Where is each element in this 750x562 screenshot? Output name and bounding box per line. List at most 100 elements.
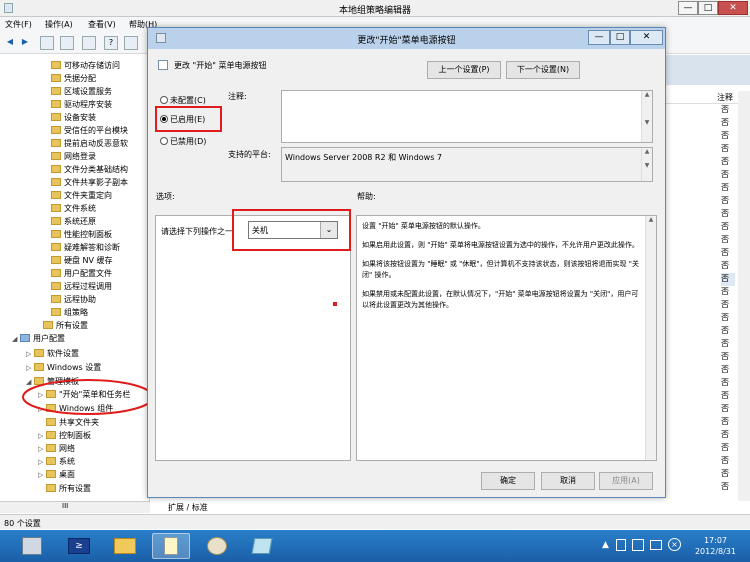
list-cell: 否 <box>721 469 729 478</box>
main-window-title: 本地组策略编辑器 <box>338 6 411 16</box>
clock[interactable]: 17:07 2012/8/31 <box>695 535 736 557</box>
list-cell: 否 <box>721 300 729 309</box>
network-icon[interactable] <box>632 539 644 551</box>
file-explorer-icon[interactable] <box>106 533 144 559</box>
list-cell: 否 <box>721 209 729 218</box>
radio-not-configured[interactable]: 未配置(C) <box>160 95 206 106</box>
clock-time: 17:07 <box>703 536 728 545</box>
list-cell: 否 <box>721 183 729 192</box>
setting-name: 更改 "开始" 菜单电源按钮 <box>174 61 267 70</box>
list-cell: 否 <box>721 430 729 439</box>
status-bar: 80 个设置 <box>0 514 750 529</box>
properties-icon[interactable] <box>124 36 138 50</box>
help-scrollbar[interactable]: ▲ <box>645 216 656 460</box>
next-setting-button[interactable]: 下一个设置(N) <box>506 61 580 79</box>
supported-platform-label: 支持的平台: <box>228 150 271 159</box>
export-list-icon[interactable] <box>82 36 96 50</box>
flag-icon[interactable] <box>616 539 626 551</box>
maximize-button[interactable]: □ <box>698 1 718 15</box>
gpedit-taskbar-icon[interactable] <box>152 533 190 559</box>
comment-scrollbar[interactable]: ▲ ▼ <box>641 91 652 142</box>
help-panel: 设置 "开始" 菜单电源按钮的默认操作。 如果启用此设置，则 "开始" 菜单将电… <box>356 215 657 461</box>
horizontal-scrollbar[interactable]: III <box>0 501 150 513</box>
close-button[interactable]: ✕ <box>718 1 748 15</box>
list-cell: 否 <box>721 144 729 153</box>
radio-circle <box>160 96 168 104</box>
list-cell: 否 <box>721 352 729 361</box>
vertical-scrollbar[interactable] <box>738 91 750 501</box>
setting-doc-icon <box>158 60 168 70</box>
tree-pane: 可移动存储访问 凭据分配 区域设置服务 驱动程序安装 设备安装 受信任的平台模块… <box>0 55 150 501</box>
list-header-band <box>661 55 750 85</box>
list-cell: 否 <box>721 456 729 465</box>
list-cell: 否 <box>721 417 729 426</box>
dialog-minimize-button[interactable]: — <box>588 30 610 45</box>
radio-circle <box>160 137 168 145</box>
clock-settings-icon[interactable]: × <box>668 538 681 551</box>
up-folder-icon[interactable] <box>40 36 54 50</box>
help-paragraph: 如果将该按钮设置为 "睡眠" 或 "休眠"，但计算机不支持该状态，则该按钮将退而… <box>362 260 639 279</box>
prev-setting-button[interactable]: 上一个设置(P) <box>427 61 501 79</box>
list-cell: 否 <box>721 261 729 270</box>
list-cell: 否 <box>721 287 729 296</box>
main-window-titlebar: 本地组策略编辑器 — □ ✕ <box>0 0 750 17</box>
list-cell: 否 <box>721 273 735 286</box>
help-paragraph: 设置 "开始" 菜单电源按钮的默认操作。 <box>362 222 485 230</box>
snipping-tool-icon[interactable] <box>244 533 282 559</box>
supported-platform-value: Windows Server 2008 R2 和 Windows 7 <box>285 153 443 162</box>
volume-icon[interactable] <box>650 540 662 550</box>
menu-file[interactable]: 文件(F) <box>5 19 32 30</box>
red-box-annotation <box>155 106 222 132</box>
clock-date: 2012/8/31 <box>694 547 736 556</box>
help-paragraph: 如果禁用或未配置此设置，在默认情况下，"开始" 菜单电源按钮将设置为 "关闭"，… <box>362 290 639 309</box>
list-cell: 否 <box>721 157 729 166</box>
menu-view[interactable]: 查看(V) <box>88 19 116 30</box>
comment-textarea[interactable]: ▲ ▼ <box>281 90 653 143</box>
list-cell: 否 <box>721 313 729 322</box>
tray-expand-icon[interactable]: ▲ <box>602 540 609 550</box>
menu-action[interactable]: 操作(A) <box>45 19 73 30</box>
cancel-button[interactable]: 取消 <box>541 472 595 490</box>
comment-label: 注释: <box>228 92 247 101</box>
ok-button[interactable]: 确定 <box>481 472 535 490</box>
help-label: 帮助: <box>357 192 376 201</box>
status-text: 80 个设置 <box>4 519 41 528</box>
show-tree-icon[interactable] <box>60 36 74 50</box>
taskbar: ≥ ▲ × 17:07 2012/8/31 <box>0 530 750 562</box>
apply-button[interactable]: 应用(A) <box>599 472 653 490</box>
red-dot-annotation <box>333 302 337 306</box>
option-prompt: 请选择下列操作之一 <box>161 227 233 236</box>
list-cell: 否 <box>721 404 729 413</box>
view-tabs: 扩展 / 标准 <box>150 501 750 513</box>
list-cell: 否 <box>721 339 729 348</box>
red-box-annotation <box>232 209 351 251</box>
list-cell: 否 <box>721 170 729 179</box>
list-cell: 否 <box>721 391 729 400</box>
list-cell: 否 <box>721 105 729 114</box>
dialog-maximize-button[interactable]: □ <box>610 30 630 45</box>
dialog-titlebar: 更改"开始"菜单电源按钮 — □ ✕ <box>148 28 665 49</box>
red-ellipse-annotation <box>22 379 149 415</box>
list-cell: 否 <box>721 443 729 452</box>
column-header[interactable]: 注释 <box>661 91 750 104</box>
tab-extended-standard[interactable]: 扩展 / 标准 <box>168 502 208 513</box>
radio-disabled[interactable]: 已禁用(D) <box>160 136 206 147</box>
options-panel: 请选择下列操作之一 关机 ⌄ <box>155 209 351 461</box>
list-cell: 否 <box>721 196 729 205</box>
powershell-icon[interactable]: ≥ <box>60 533 98 559</box>
options-label: 选项: <box>156 192 175 201</box>
list-cell: 否 <box>721 118 729 127</box>
list-cell: 否 <box>721 222 729 231</box>
supported-platform-box: Windows Server 2008 R2 和 Windows 7 ▲ ▼ <box>281 147 653 182</box>
list-cell: 否 <box>721 482 729 491</box>
help-icon[interactable]: ? <box>104 36 118 50</box>
list-cell: 否 <box>721 365 729 374</box>
back-icon[interactable]: ◀ <box>3 36 17 50</box>
list-cell: 否 <box>721 326 729 335</box>
dialog-close-button[interactable]: ✕ <box>630 30 663 45</box>
forward-icon[interactable]: ▶ <box>18 36 32 50</box>
paint-icon[interactable] <box>198 533 236 559</box>
minimize-button[interactable]: — <box>678 1 698 15</box>
server-manager-icon[interactable] <box>14 533 52 559</box>
supported-scrollbar[interactable]: ▲ ▼ <box>641 148 652 181</box>
